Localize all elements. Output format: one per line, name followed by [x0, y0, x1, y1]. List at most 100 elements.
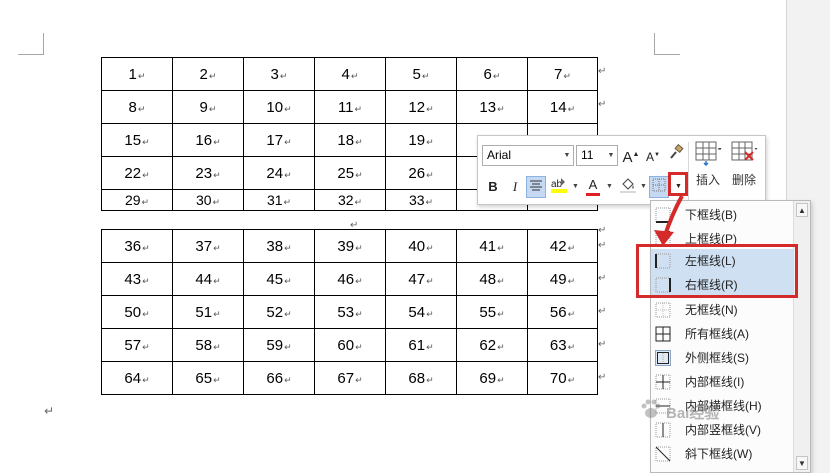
table-cell[interactable]: 11↵	[314, 90, 386, 124]
menu-scrollbar[interactable]: ▲ ▼	[793, 201, 810, 472]
table-cell[interactable]: 19↵	[385, 123, 457, 157]
table-cell[interactable]: 59↵	[243, 328, 315, 362]
table-cell[interactable]: 53↵	[314, 295, 386, 329]
chevron-down-icon[interactable]: ▼	[605, 146, 617, 165]
table-cell[interactable]: 66↵	[243, 361, 315, 395]
table-cell[interactable]: 31↵	[243, 189, 315, 211]
table-cell[interactable]: 23↵	[172, 156, 244, 190]
table-cell[interactable]: 9↵	[172, 90, 244, 124]
grow-font-button[interactable]: A▲	[621, 144, 641, 166]
menu-item-outside-borders[interactable]: 外侧框线(S)	[651, 346, 793, 370]
table-cell[interactable]: 7↵	[527, 57, 598, 91]
table-cell[interactable]: 38↵	[243, 229, 315, 263]
shading-button[interactable]	[618, 176, 638, 198]
table-cell[interactable]: 24↵	[243, 156, 315, 190]
table-cell[interactable]: 39↵	[314, 229, 386, 263]
menu-item-no-border[interactable]: 无框线(N)	[651, 298, 793, 322]
table-cell[interactable]: 22↵	[101, 156, 173, 190]
scroll-down-icon[interactable]: ▼	[796, 456, 808, 470]
table-cell[interactable]: 60↵	[314, 328, 386, 362]
table-cell[interactable]: 68↵	[385, 361, 457, 395]
table-cell[interactable]: 65↵	[172, 361, 244, 395]
table-cell[interactable]: 49↵	[527, 262, 598, 296]
table-cell[interactable]: 69↵	[456, 361, 528, 395]
table-cell[interactable]: 63↵	[527, 328, 598, 362]
font-size-combo[interactable]: 11 ▼	[576, 145, 618, 166]
table-cell[interactable]: 30↵	[172, 189, 244, 211]
table-cell[interactable]: 52↵	[243, 295, 315, 329]
font-name-value: Arial	[487, 148, 512, 162]
italic-button[interactable]: I	[505, 176, 525, 198]
table-cell[interactable]: 5↵	[385, 57, 457, 91]
table-cell[interactable]: 54↵	[385, 295, 457, 329]
table-cell[interactable]: 46↵	[314, 262, 386, 296]
menu-item-bottom-border[interactable]: 下框线(B)	[651, 203, 793, 227]
table-cell[interactable]: 4↵	[314, 57, 386, 91]
table-cell[interactable]: 42↵	[527, 229, 598, 263]
table-cell[interactable]: 12↵	[385, 90, 457, 124]
table-cell[interactable]: 51↵	[172, 295, 244, 329]
table-cell[interactable]: 58↵	[172, 328, 244, 362]
table-row: 50↵ 51↵ 52↵ 53↵ 54↵ 55↵ 56↵	[101, 295, 598, 329]
paint-bucket-icon	[620, 178, 636, 193]
table-cell[interactable]: 36↵	[101, 229, 173, 263]
chevron-down-icon[interactable]: ▼	[606, 183, 613, 190]
table-cell[interactable]: 2↵	[172, 57, 244, 91]
borders-button[interactable]	[649, 176, 669, 198]
table-cell[interactable]: 56↵	[527, 295, 598, 329]
table-cell[interactable]: 14↵	[527, 90, 598, 124]
shrink-font-button[interactable]: A▼	[643, 144, 663, 166]
table-cell[interactable]: 40↵	[385, 229, 457, 263]
table-cell[interactable]: 15↵	[101, 123, 173, 157]
insert-button[interactable]: 插入	[690, 140, 726, 188]
table-cell[interactable]: 16↵	[172, 123, 244, 157]
table-cell[interactable]: 64↵	[101, 361, 173, 395]
table-cell[interactable]: 1↵	[101, 57, 173, 91]
table-cell[interactable]: 48↵	[456, 262, 528, 296]
table-cell[interactable]: 8↵	[101, 90, 173, 124]
format-painter-button[interactable]	[666, 143, 686, 166]
table-cell[interactable]: 57↵	[101, 328, 173, 362]
table-cell[interactable]: 32↵	[314, 189, 386, 211]
table-cell[interactable]: 10↵	[243, 90, 315, 124]
bold-button[interactable]: B	[483, 176, 503, 198]
highlight-color-button[interactable]: ab	[549, 176, 569, 198]
end-of-row-mark: ↵	[598, 225, 607, 236]
no-border-icon	[655, 302, 671, 318]
table-cell[interactable]: 62↵	[456, 328, 528, 362]
chevron-down-icon[interactable]: ▼	[561, 146, 573, 165]
menu-item-inside-borders[interactable]: 内部框线(I)	[651, 370, 793, 394]
table-cell[interactable]: 13↵	[456, 90, 528, 124]
table-cell[interactable]: 55↵	[456, 295, 528, 329]
table-cell[interactable]: 61↵	[385, 328, 457, 362]
table-cell[interactable]: 17↵	[243, 123, 315, 157]
font-name-combo[interactable]: Arial ▼	[482, 145, 574, 166]
table-cell[interactable]: 18↵	[314, 123, 386, 157]
table-cell[interactable]: 43↵	[101, 262, 173, 296]
menu-item-diagonal-down-border[interactable]: 斜下框线(W)	[651, 442, 793, 466]
table-cell[interactable]: 47↵	[385, 262, 457, 296]
table-cell[interactable]: 70↵	[527, 361, 598, 395]
center-align-button[interactable]	[526, 176, 546, 198]
document-table-bottom[interactable]: 36↵ 37↵ 38↵ 39↵ 40↵ 41↵ 42↵ 43↵ 44↵ 45↵ …	[101, 229, 598, 395]
table-cell[interactable]: 41↵	[456, 229, 528, 263]
menu-item-all-borders[interactable]: 所有框线(A)	[651, 322, 793, 346]
table-cell[interactable]: 33↵	[385, 189, 457, 211]
table-cell[interactable]: 44↵	[172, 262, 244, 296]
font-color-button[interactable]: A	[583, 176, 603, 198]
table-cell[interactable]: 29↵	[101, 189, 173, 211]
table-cell[interactable]: 6↵	[456, 57, 528, 91]
table-cell[interactable]: 37↵	[172, 229, 244, 263]
table-cell[interactable]: 67↵	[314, 361, 386, 395]
table-cell[interactable]: 26↵	[385, 156, 457, 190]
table-cell[interactable]: 45↵	[243, 262, 315, 296]
chevron-down-icon[interactable]: ▼	[640, 183, 647, 190]
table-cell[interactable]: 3↵	[243, 57, 315, 91]
watermark: Bai经验	[666, 405, 720, 422]
delete-button[interactable]: 删除	[726, 140, 762, 188]
chevron-down-icon[interactable]: ▼	[572, 183, 579, 190]
table-cell[interactable]: 50↵	[101, 295, 173, 329]
scroll-up-icon[interactable]: ▲	[796, 203, 808, 217]
table-cell[interactable]: 25↵	[314, 156, 386, 190]
table-row: 36↵ 37↵ 38↵ 39↵ 40↵ 41↵ 42↵	[101, 229, 598, 263]
